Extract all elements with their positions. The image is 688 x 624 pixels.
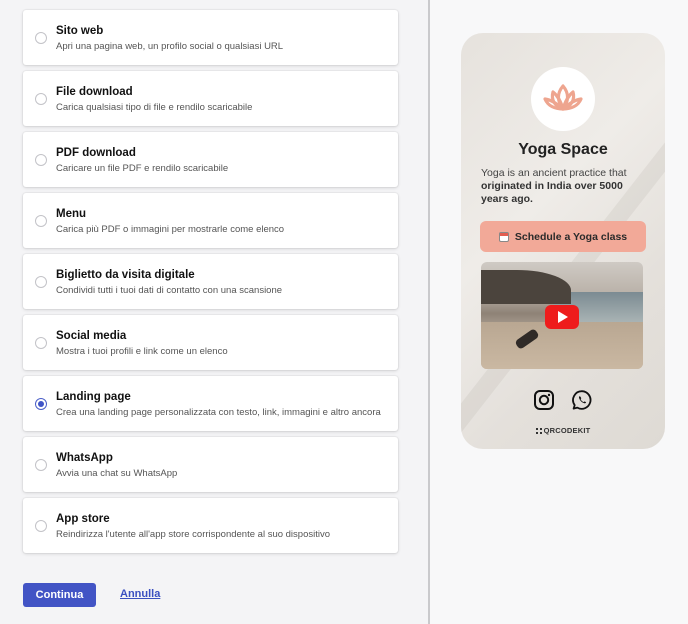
option-card-8[interactable]: App store Reindirizza l'utente all'app st… <box>23 498 398 553</box>
continue-button[interactable]: Continua <box>23 583 96 607</box>
social-links <box>461 389 665 411</box>
option-title: Menu <box>56 208 87 220</box>
preview-pane: Yoga Space Yoga is an ancient practice t… <box>430 0 688 624</box>
brand-footer: QRCODEKIT <box>461 426 665 435</box>
option-description: Apri una pagina web, un profilo social o… <box>56 41 284 52</box>
option-radio[interactable] <box>35 397 47 410</box>
play-icon[interactable] <box>545 305 579 329</box>
schedule-class-button[interactable]: Schedule a Yoga class <box>480 221 646 252</box>
option-description: Mostra i tuoi profili e link come un ele… <box>56 346 228 357</box>
preview-desc-bold: originated in India over 5000 years ago. <box>481 180 623 205</box>
type-selection-pane: Sito web Apri una pagina web, un profilo … <box>0 0 428 624</box>
video-rocks <box>481 270 571 304</box>
option-title: Landing page <box>56 391 131 403</box>
video-thumbnail[interactable] <box>481 262 643 369</box>
option-card-5[interactable]: Social media Mostra i tuoi profili e link… <box>23 315 398 370</box>
option-list: Sito web Apri una pagina web, un profilo … <box>23 10 398 559</box>
option-radio[interactable] <box>35 336 47 349</box>
option-title: File download <box>56 86 133 98</box>
option-title: Sito web <box>56 25 104 37</box>
option-card-1[interactable]: File download Carica qualsiasi tipo di fi… <box>23 71 398 126</box>
option-title: Biglietto da visita digitale <box>56 269 195 281</box>
qr-logo-icon <box>535 428 542 434</box>
option-card-2[interactable]: PDF download Caricare un file PDF e rendi… <box>23 132 398 187</box>
whatsapp-icon[interactable] <box>571 389 593 411</box>
option-description: Carica qualsiasi tipo di file e rendilo … <box>56 102 253 113</box>
option-description: Crea una landing page personalizzata con… <box>56 407 381 418</box>
option-radio[interactable] <box>35 519 47 532</box>
preview-desc-plain: Yoga is an ancient practice that <box>481 167 627 179</box>
option-card-0[interactable]: Sito web Apri una pagina web, un profilo … <box>23 10 398 65</box>
lotus-logo <box>531 67 595 131</box>
preview-description: Yoga is an ancient practice that origina… <box>481 167 653 206</box>
option-radio[interactable] <box>35 275 47 288</box>
phone-preview: Yoga Space Yoga is an ancient practice t… <box>461 33 665 449</box>
option-card-6[interactable]: Landing page Crea una landing page person… <box>23 376 398 431</box>
option-description: Avvia una chat su WhatsApp <box>56 468 178 479</box>
option-radio[interactable] <box>35 92 47 105</box>
option-description: Caricare un file PDF e rendilo scaricabi… <box>56 163 229 174</box>
option-description: Carica più PDF o immagini per mostrarle … <box>56 224 285 235</box>
instagram-icon[interactable] <box>533 389 555 411</box>
option-radio[interactable] <box>35 214 47 227</box>
option-radio[interactable] <box>35 31 47 44</box>
option-description: Condividi tutti i tuoi dati di contatto … <box>56 285 283 296</box>
preview-title: Yoga Space <box>518 141 608 158</box>
option-title: PDF download <box>56 147 136 159</box>
option-title: App store <box>56 513 110 525</box>
option-card-7[interactable]: WhatsApp Avvia una chat su WhatsApp <box>23 437 398 492</box>
option-radio[interactable] <box>35 153 47 166</box>
option-title: Social media <box>56 330 127 342</box>
schedule-class-label: Schedule a Yoga class <box>514 230 628 243</box>
option-radio[interactable] <box>35 458 47 471</box>
cancel-link[interactable]: Annulla <box>120 588 160 600</box>
option-title: WhatsApp <box>56 452 113 464</box>
lotus-icon <box>543 84 583 111</box>
video-sand <box>481 322 643 369</box>
option-description: Reindirizza l'utente all'app store corri… <box>56 529 331 540</box>
option-card-3[interactable]: Menu Carica più PDF o immagini per mostra… <box>23 193 398 248</box>
option-card-4[interactable]: Biglietto da visita digitale Condividi tu… <box>23 254 398 309</box>
brand-name: QRCODEKIT <box>543 426 591 435</box>
calendar-icon <box>498 231 509 242</box>
